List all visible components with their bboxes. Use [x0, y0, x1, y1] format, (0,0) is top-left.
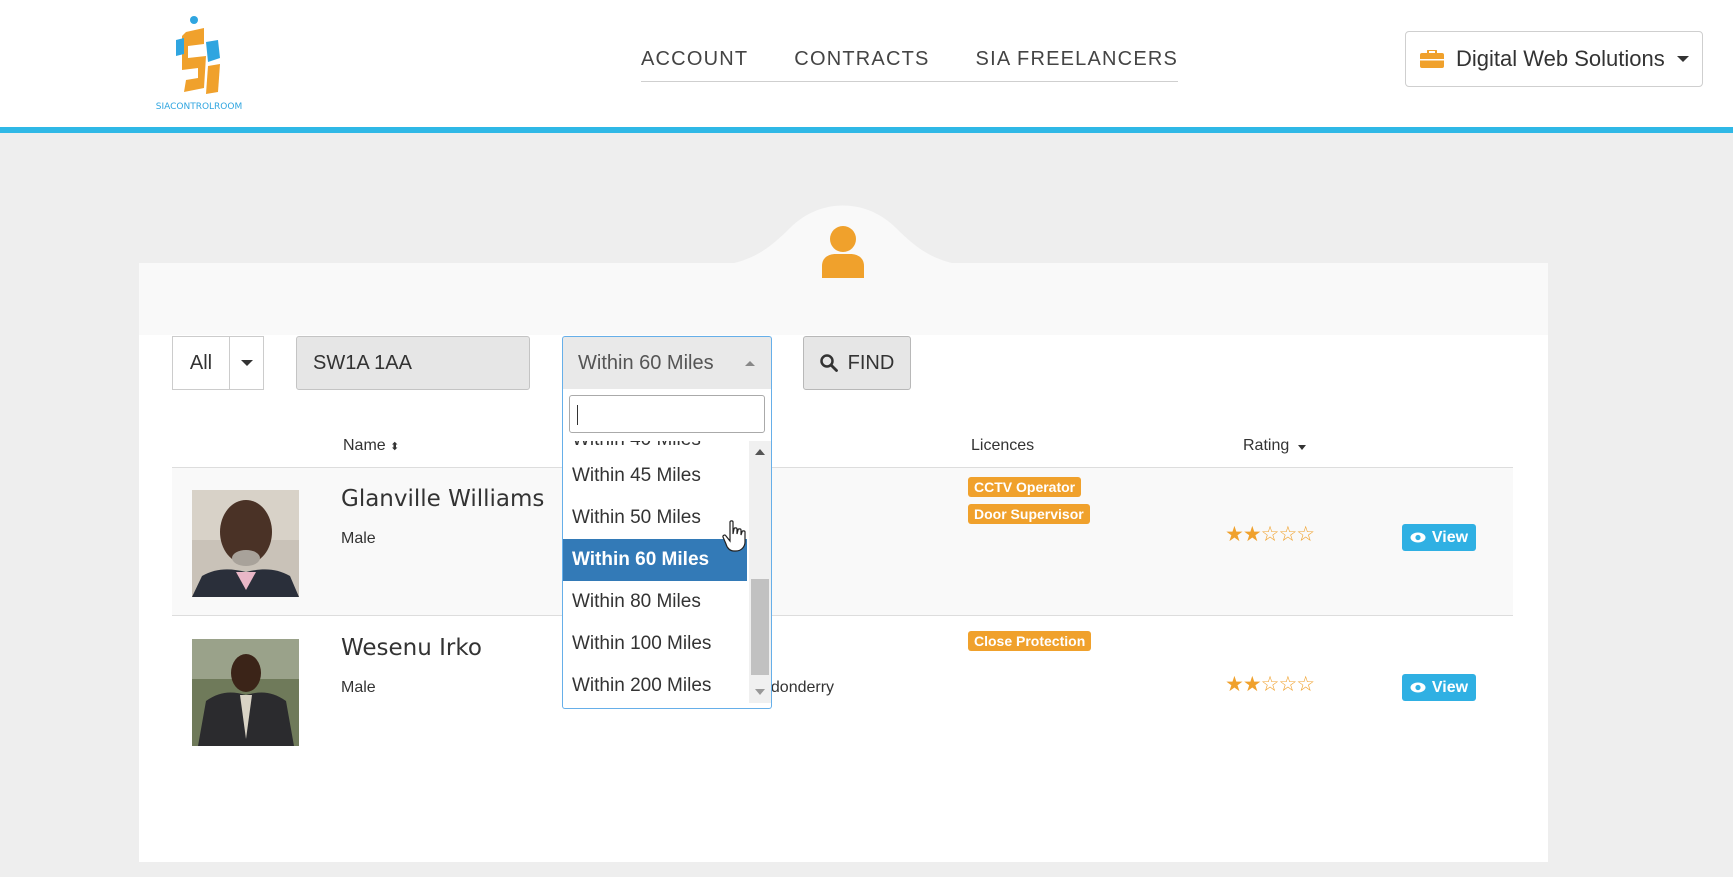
dropdown-search-input[interactable]: [569, 395, 765, 433]
nav-account[interactable]: ACCOUNT: [641, 48, 748, 73]
scrollbar-thumb[interactable]: [751, 579, 769, 675]
avatar: [192, 490, 299, 597]
user-icon: [822, 226, 864, 278]
view-button[interactable]: View: [1402, 674, 1476, 701]
licence-badge: Close Protection: [968, 631, 1092, 651]
dropdown-scrollbar[interactable]: [749, 441, 771, 703]
table-row: Wesenu Irko Male ndonderry Close Protect…: [172, 617, 1513, 767]
dropdown-option-selected[interactable]: Within 60 Miles: [563, 539, 747, 581]
type-select[interactable]: All: [172, 336, 264, 390]
view-button[interactable]: View: [1402, 524, 1476, 551]
logo-mark-icon: [176, 16, 220, 94]
distance-select[interactable]: Within 60 Miles: [562, 336, 772, 390]
dropdown-option[interactable]: Within 50 Miles: [563, 497, 747, 539]
freelancer-location: ndonderry: [762, 679, 835, 696]
licence-badge: CCTV Operator: [968, 477, 1082, 497]
site-header: SIACONTROLROOM ACCOUNT CONTRACTS SIA FRE…: [0, 0, 1733, 133]
company-menu-button[interactable]: Digital Web Solutions: [1405, 31, 1703, 87]
licence-badge: Door Supervisor: [968, 504, 1090, 524]
scroll-down-icon[interactable]: [755, 689, 765, 695]
column-header-rating[interactable]: Rating: [1243, 437, 1306, 455]
search-icon: [819, 354, 838, 372]
eye-icon: [1410, 682, 1426, 693]
hand-cursor-icon: [722, 520, 746, 552]
type-select-toggle[interactable]: [230, 337, 263, 389]
rating-stars: ★★☆☆☆: [1225, 672, 1315, 696]
dropdown-option[interactable]: Within 80 Miles: [563, 581, 747, 623]
freelancer-gender: Male: [341, 530, 376, 547]
scroll-up-icon[interactable]: [755, 449, 765, 455]
column-header-name[interactable]: Name ⬍: [343, 437, 399, 455]
site-logo[interactable]: SIACONTROLROOM: [148, 14, 250, 114]
avatar: [192, 639, 299, 746]
text-cursor: [577, 405, 578, 425]
rating-stars: ★★☆☆☆: [1225, 522, 1315, 546]
postcode-input[interactable]: SW1A 1AA: [296, 336, 530, 390]
main-nav: ACCOUNT CONTRACTS SIA FREELANCERS: [641, 48, 1179, 82]
sort-desc-icon: [1297, 445, 1306, 450]
dropdown-option[interactable]: Within 45 Miles: [563, 455, 747, 497]
freelancer-name[interactable]: Glanville Williams: [341, 486, 544, 512]
caret-down-icon: [240, 360, 253, 366]
logo-text: SIACONTROLROOM: [155, 102, 243, 112]
caret-up-icon: [745, 361, 755, 366]
eye-icon: [1410, 532, 1426, 543]
find-button-label: FIND: [847, 351, 895, 374]
dropdown-option[interactable]: Within 200 Miles: [563, 665, 747, 703]
column-header-licences: Licences: [971, 437, 1035, 454]
company-name: Digital Web Solutions: [1456, 46, 1665, 71]
freelancer-name[interactable]: Wesenu Irko: [341, 635, 482, 661]
dropdown-option[interactable]: Within 100 Miles: [563, 623, 747, 665]
find-button[interactable]: FIND: [803, 336, 911, 390]
chevron-down-icon: [1676, 56, 1689, 62]
freelancer-gender: Male: [341, 679, 376, 696]
nav-sia-freelancers[interactable]: SIA FREELANCERS: [976, 48, 1179, 73]
nav-contracts[interactable]: CONTRACTS: [794, 48, 929, 73]
briefcase-icon: [1420, 50, 1444, 68]
distance-select-value: Within 60 Miles: [578, 352, 714, 374]
type-select-value: All: [173, 337, 230, 389]
table-row: Glanville Williams Male CCTV Operator Do…: [172, 467, 1513, 616]
sort-icon: ⬍: [390, 441, 400, 453]
dropdown-options: Within 40 Miles Within 45 Miles Within 5…: [563, 441, 747, 703]
